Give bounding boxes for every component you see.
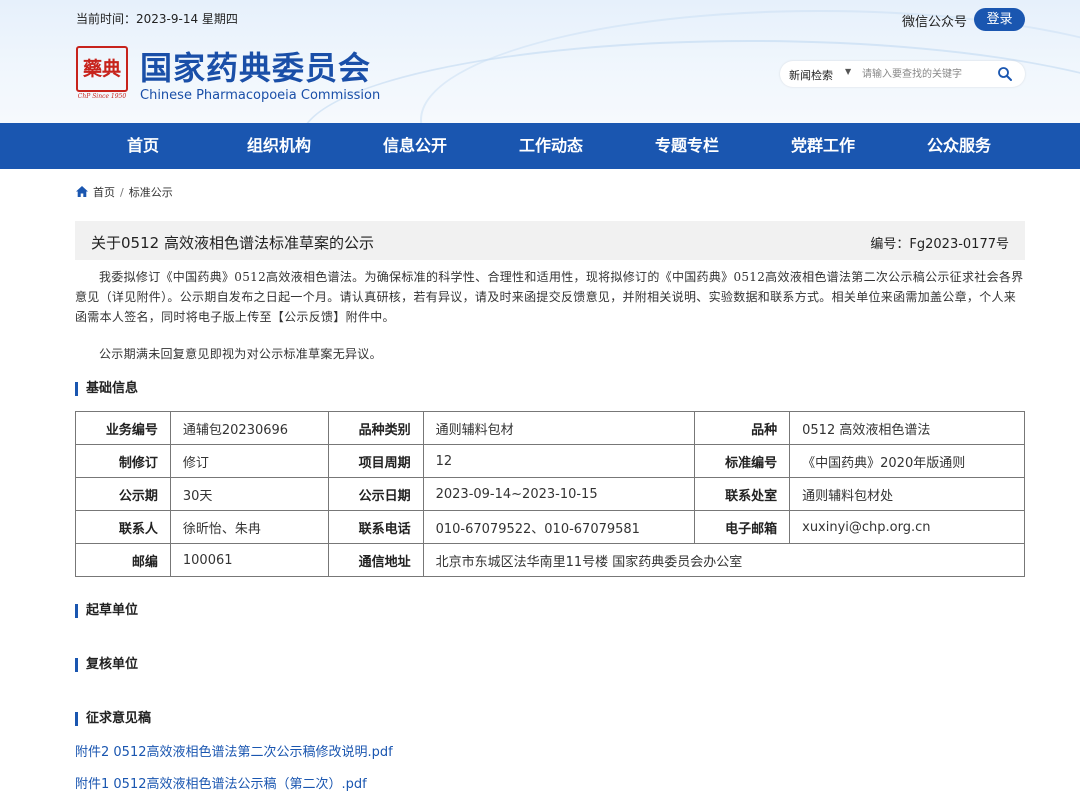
- table-label: 品种类别: [327, 411, 424, 445]
- section-title-review-unit: 复核单位: [75, 658, 138, 672]
- table-label: 公示日期: [327, 477, 424, 511]
- document-number: 编号：Fg2023-0177号: [870, 237, 1009, 252]
- table-label: 公示期: [75, 477, 171, 511]
- table-value: 2023-09-14~2023-10-15: [422, 477, 696, 511]
- table-label: 邮编: [75, 543, 171, 577]
- table-value: 通则辅料包材: [422, 411, 696, 445]
- table-value: 《中国药典》2020年版通则: [789, 444, 1025, 478]
- table-label: 联系处室: [694, 477, 791, 511]
- nav-item-home[interactable]: 首页: [88, 123, 198, 169]
- attachment-link[interactable]: 附件2 0512高效液相色谱法第二次公示稿修改说明.pdf: [75, 741, 393, 760]
- breadcrumb: 首页 / 标准公示: [76, 184, 173, 200]
- table-row: 联系人 徐昕怡、朱冉 联系电话 010-67079522、010-6707958…: [75, 510, 1025, 544]
- home-icon: [76, 186, 88, 197]
- table-value: 12: [422, 444, 696, 478]
- table-label: 制修订: [75, 444, 171, 478]
- table-value: xuxinyi@chp.org.cn: [789, 510, 1025, 544]
- nav-item-public-service[interactable]: 公众服务: [904, 123, 1014, 169]
- table-value: 010-67079522、010-67079581: [422, 510, 696, 544]
- nav-item-party[interactable]: 党群工作: [768, 123, 878, 169]
- nav-item-organization[interactable]: 组织机构: [224, 123, 334, 169]
- table-label: 标准编号: [694, 444, 791, 478]
- seal-glyph: 藥典: [76, 46, 128, 92]
- article-paragraph: 公示期满未回复意见即视为对公示标准草案无异议。: [99, 347, 382, 361]
- table-value: 通则辅料包材处: [789, 477, 1025, 511]
- table-row: 邮编 100061 通信地址 北京市东城区法华南里11号楼 国家药典委员会办公室: [75, 543, 1026, 577]
- table-label: 联系人: [75, 510, 171, 544]
- table-label: 联系电话: [327, 510, 424, 544]
- section-title-basic-info: 基础信息: [75, 382, 138, 396]
- breadcrumb-separator: /: [120, 186, 124, 199]
- login-button[interactable]: 登录: [974, 8, 1025, 31]
- section-title-consultation-draft: 征求意见稿: [75, 712, 151, 726]
- breadcrumb-home[interactable]: 首页: [93, 186, 115, 199]
- search-box: 新闻检索 ▼: [780, 61, 1025, 87]
- search-category-select[interactable]: 新闻检索: [789, 67, 833, 83]
- current-datetime: 当前时间：2023-9-14 星期四: [76, 12, 238, 26]
- logo-seal[interactable]: 藥典 ChP Since 1950: [76, 46, 128, 102]
- site-header: 当前时间：2023-9-14 星期四 微信公众号 登录 藥典 ChP Since…: [0, 0, 1080, 123]
- breadcrumb-current[interactable]: 标准公示: [129, 186, 173, 199]
- section-title-drafting-unit: 起草单位: [75, 604, 138, 618]
- table-value: 0512 高效液相色谱法: [789, 411, 1025, 445]
- table-value: 100061: [169, 543, 329, 577]
- wechat-link[interactable]: 微信公众号: [902, 11, 967, 30]
- chevron-down-icon[interactable]: ▼: [845, 67, 851, 76]
- main-nav: 首页 组织机构 信息公开 工作动态 专题专栏 党群工作 公众服务: [0, 123, 1080, 169]
- table-row: 公示期 30天 公示日期 2023-09-14~2023-10-15 联系处室 …: [75, 477, 1025, 511]
- table-value: 北京市东城区法华南里11号楼 国家药典委员会办公室: [422, 543, 1026, 577]
- table-label: 业务编号: [75, 411, 171, 445]
- article-title: 关于0512 高效液相色谱法标准草案的公示: [91, 234, 374, 252]
- table-value: 30天: [169, 477, 329, 511]
- table-value: 徐昕怡、朱冉: [169, 510, 329, 544]
- table-row: 制修订 修订 项目周期 12 标准编号 《中国药典》2020年版通则: [75, 444, 1025, 478]
- article-title-bar: 关于0512 高效液相色谱法标准草案的公示 编号：Fg2023-0177号: [75, 221, 1025, 260]
- basic-info-table: 业务编号 通辅包20230696 品种类别 通则辅料包材 品种 0512 高效液…: [75, 411, 1026, 577]
- search-input[interactable]: [862, 66, 990, 82]
- seal-since-text: ChP Since 1950: [77, 93, 127, 100]
- nav-item-disclosure[interactable]: 信息公开: [360, 123, 470, 169]
- attachment-link[interactable]: 附件1 0512高效液相色谱法公示稿（第二次）.pdf: [75, 773, 367, 792]
- table-label: 通信地址: [327, 543, 424, 577]
- site-subtitle: Chinese Pharmacopoeia Commission: [140, 88, 381, 103]
- site-title[interactable]: 国家药典委员会: [140, 43, 371, 89]
- table-label: 品种: [694, 411, 791, 445]
- table-label: 项目周期: [327, 444, 424, 478]
- table-row: 业务编号 通辅包20230696 品种类别 通则辅料包材 品种 0512 高效液…: [75, 411, 1025, 445]
- table-label: 电子邮箱: [694, 510, 791, 544]
- search-icon[interactable]: [997, 66, 1013, 82]
- table-value: 修订: [169, 444, 329, 478]
- table-value: 通辅包20230696: [169, 411, 329, 445]
- article-paragraph: 我委拟修订《中国药典》0512高效液相色谱法。为确保标准的科学性、合理性和适用性…: [75, 270, 1024, 324]
- nav-item-news[interactable]: 工作动态: [496, 123, 606, 169]
- nav-item-topics[interactable]: 专题专栏: [632, 123, 742, 169]
